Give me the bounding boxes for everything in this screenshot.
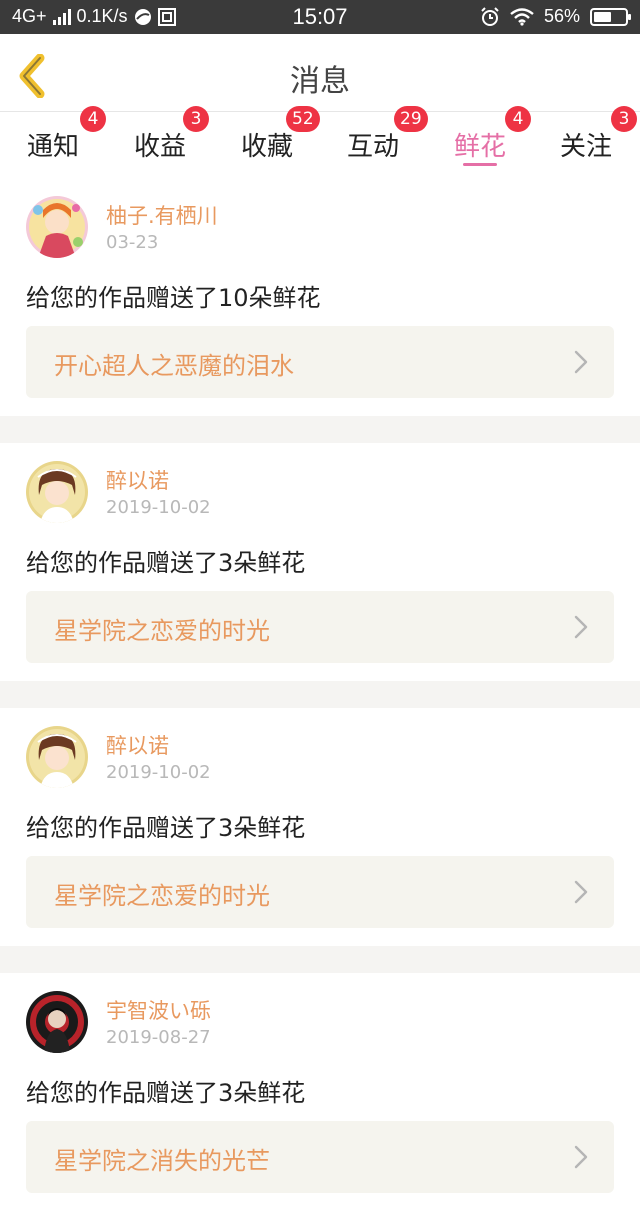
- message-date: 2019-08-27: [106, 1027, 211, 1048]
- tab-interactions[interactable]: 互动 29: [328, 106, 428, 178]
- work-link[interactable]: 星学院之恋爱的时光: [26, 856, 614, 928]
- chevron-right-icon: [574, 1145, 588, 1169]
- network-type: 4G+: [12, 6, 47, 26]
- work-link[interactable]: 开心超人之恶魔的泪水: [26, 326, 614, 398]
- message-card: 醉以诺 2019-10-02 给您的作品赠送了3朵鲜花 星学院之恋爱的时光: [0, 443, 640, 681]
- browser-icon: [134, 8, 151, 25]
- flower-message-list: 柚子.有栖川 03-23 给您的作品赠送了10朵鲜花 开心超人之恶魔的泪水 醉以…: [0, 178, 640, 1211]
- avatar[interactable]: [26, 461, 88, 523]
- message-card: 柚子.有栖川 03-23 给您的作品赠送了10朵鲜花 开心超人之恶魔的泪水: [0, 178, 640, 416]
- status-right: 56%: [480, 6, 631, 27]
- message-date: 03-23: [106, 232, 159, 253]
- battery-icon: [590, 7, 631, 26]
- tab-label: 通知: [26, 132, 79, 162]
- work-link[interactable]: 星学院之消失的光芒: [26, 1121, 614, 1193]
- wifi-icon: [510, 7, 534, 26]
- app-icon: [157, 7, 176, 26]
- status-bar: 4G+ 0.1K/s 15:07 56%: [0, 0, 640, 34]
- message-date: 2019-10-02: [106, 762, 211, 783]
- work-title: 星学院之消失的光芒: [54, 1147, 270, 1175]
- nav-header: 消息: [0, 34, 640, 112]
- message-text: 给您的作品赠送了10朵鲜花: [26, 284, 321, 312]
- username[interactable]: 醉以诺: [106, 730, 169, 760]
- tab-earnings[interactable]: 收益 3: [115, 106, 209, 178]
- message-text: 给您的作品赠送了3朵鲜花: [26, 1079, 306, 1107]
- message-card: 宇智波い砾 2019-08-27 给您的作品赠送了3朵鲜花 星学院之消失的光芒: [0, 973, 640, 1211]
- tab-label: 关注: [559, 132, 612, 162]
- tab-label: 收益: [133, 132, 186, 162]
- status-left: 4G+ 0.1K/s: [12, 6, 176, 27]
- active-tab-indicator: [463, 163, 497, 166]
- tab-following[interactable]: 关注 3: [541, 106, 637, 178]
- message-text: 给您的作品赠送了3朵鲜花: [26, 549, 306, 577]
- page-title: 消息: [290, 64, 350, 99]
- tab-badge: 29: [394, 106, 428, 132]
- tab-bar: 通知 4 收益 3 收藏 52 互动 29 鲜花 4 关注 3: [0, 106, 640, 178]
- username[interactable]: 柚子.有栖川: [106, 200, 218, 230]
- chevron-right-icon: [574, 615, 588, 639]
- card-separator: [0, 946, 640, 973]
- chevron-left-icon: [19, 53, 45, 99]
- battery-level-fill: [594, 11, 611, 22]
- tab-badge: 4: [505, 106, 531, 132]
- tab-badge: 3: [183, 106, 209, 132]
- tab-badge: 3: [611, 106, 637, 132]
- tab-flowers[interactable]: 鲜花 4: [435, 106, 531, 178]
- back-button[interactable]: [14, 53, 54, 99]
- chevron-right-icon: [574, 880, 588, 904]
- card-separator: [0, 416, 640, 443]
- signal-icon: [52, 8, 71, 25]
- message-card: 醉以诺 2019-10-02 给您的作品赠送了3朵鲜花 星学院之恋爱的时光: [0, 708, 640, 946]
- work-title: 星学院之恋爱的时光: [54, 882, 270, 910]
- username[interactable]: 醉以诺: [106, 465, 169, 495]
- message-text: 给您的作品赠送了3朵鲜花: [26, 814, 306, 842]
- username[interactable]: 宇智波い砾: [106, 995, 211, 1025]
- tab-badge: 4: [80, 106, 106, 132]
- tab-notifications[interactable]: 通知 4: [8, 106, 106, 178]
- work-title: 开心超人之恶魔的泪水: [54, 352, 294, 380]
- tab-badge: 52: [286, 106, 320, 132]
- alarm-icon: [481, 6, 499, 26]
- avatar[interactable]: [26, 726, 88, 788]
- battery-percent: 56%: [543, 6, 580, 26]
- tab-label: 鲜花: [453, 132, 506, 162]
- work-title: 星学院之恋爱的时光: [54, 617, 270, 645]
- work-link[interactable]: 星学院之恋爱的时光: [26, 591, 614, 663]
- message-date: 2019-10-02: [106, 497, 211, 518]
- avatar[interactable]: [26, 991, 88, 1053]
- tab-favorites[interactable]: 收藏 52: [222, 106, 320, 178]
- avatar[interactable]: [26, 196, 88, 258]
- chevron-right-icon: [574, 350, 588, 374]
- network-speed: 0.1K/s: [76, 6, 128, 26]
- card-separator: [0, 681, 640, 708]
